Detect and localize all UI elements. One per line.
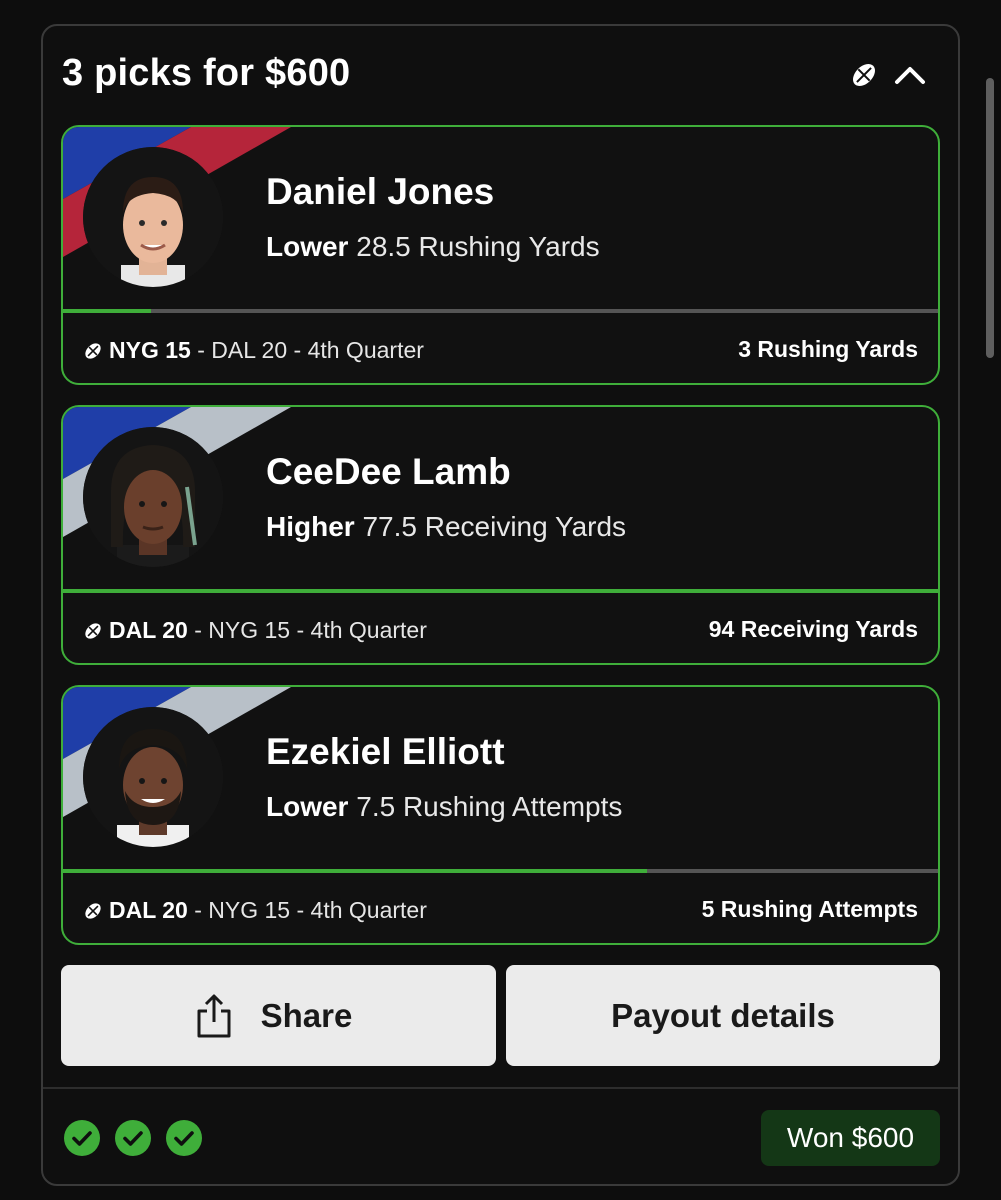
progress-bar bbox=[63, 589, 938, 593]
pick-card-ezekiel-elliott[interactable]: Ezekiel Elliott Lower 7.5 Rushing Attemp… bbox=[61, 685, 940, 945]
share-label: Share bbox=[260, 996, 353, 1034]
stat-result: 3 Rushing Yards bbox=[738, 336, 918, 362]
team-score: DAL 20 bbox=[109, 897, 188, 923]
opponent-score-quarter: - DAL 20 - 4th Quarter bbox=[197, 337, 424, 363]
check-circle-icon bbox=[64, 1120, 100, 1156]
pick-direction: Lower bbox=[266, 231, 349, 262]
payout-details-button[interactable]: Payout details bbox=[506, 965, 940, 1066]
team-score: DAL 20 bbox=[109, 617, 188, 643]
status-badge: Won $600 bbox=[761, 1110, 940, 1166]
progress-bar bbox=[63, 309, 938, 313]
pick-stat-line: 28.5 Rushing Yards bbox=[356, 231, 600, 262]
opponent-score-quarter: - NYG 15 - 4th Quarter bbox=[194, 897, 427, 923]
team-score: NYG 15 bbox=[109, 337, 191, 363]
check-circle-icon bbox=[166, 1120, 202, 1156]
game-score: NYG 15 - DAL 20 - 4th Quarter bbox=[83, 337, 424, 364]
share-icon bbox=[197, 994, 231, 1037]
game-score: DAL 20 - NYG 15 - 4th Quarter bbox=[83, 617, 427, 644]
check-circle-icon bbox=[115, 1120, 151, 1156]
progress-fill bbox=[63, 589, 938, 593]
player-name: Ezekiel Elliott bbox=[266, 731, 505, 772]
pick-direction: Lower bbox=[266, 791, 349, 822]
stat-result: 94 Receiving Yards bbox=[708, 616, 918, 642]
player-headshot-icon bbox=[83, 707, 223, 847]
scrollbar[interactable] bbox=[986, 78, 994, 358]
football-icon bbox=[853, 64, 875, 86]
payout-details-label: Payout details bbox=[611, 996, 835, 1034]
footer-divider bbox=[43, 1087, 958, 1089]
entry-title: 3 picks for $600 bbox=[62, 52, 351, 94]
game-score: DAL 20 - NYG 15 - 4th Quarter bbox=[83, 897, 427, 924]
football-icon bbox=[85, 902, 101, 919]
player-avatar bbox=[83, 427, 223, 567]
pick-line: Lower 7.5 Rushing Attempts bbox=[266, 791, 622, 823]
progress-fill bbox=[63, 309, 151, 313]
chevron-up-icon[interactable] bbox=[893, 60, 927, 88]
football-icon bbox=[85, 622, 101, 639]
pick-line: Lower 28.5 Rushing Yards bbox=[266, 231, 600, 263]
pick-stat-line: 7.5 Rushing Attempts bbox=[356, 791, 623, 822]
share-button[interactable]: Share bbox=[61, 965, 496, 1066]
stat-result: 5 Rushing Attempts bbox=[701, 896, 918, 922]
pick-card-ceedee-lamb[interactable]: CeeDee Lamb Higher 77.5 Receiving Yards … bbox=[61, 405, 940, 665]
progress-bar bbox=[63, 869, 938, 873]
player-avatar bbox=[83, 147, 223, 287]
pick-card-daniel-jones[interactable]: Daniel Jones Lower 28.5 Rushing Yards NY… bbox=[61, 125, 940, 385]
progress-fill bbox=[63, 869, 647, 873]
player-name: Daniel Jones bbox=[266, 171, 495, 212]
player-headshot-icon bbox=[83, 427, 223, 567]
player-avatar bbox=[83, 707, 223, 847]
football-icon bbox=[85, 342, 101, 359]
pick-line: Higher 77.5 Receiving Yards bbox=[266, 511, 626, 543]
player-name: CeeDee Lamb bbox=[266, 451, 511, 492]
player-headshot-icon bbox=[83, 147, 223, 287]
opponent-score-quarter: - NYG 15 - 4th Quarter bbox=[194, 617, 427, 643]
pick-direction: Higher bbox=[266, 511, 355, 542]
pick-stat-line: 77.5 Receiving Yards bbox=[362, 511, 627, 542]
